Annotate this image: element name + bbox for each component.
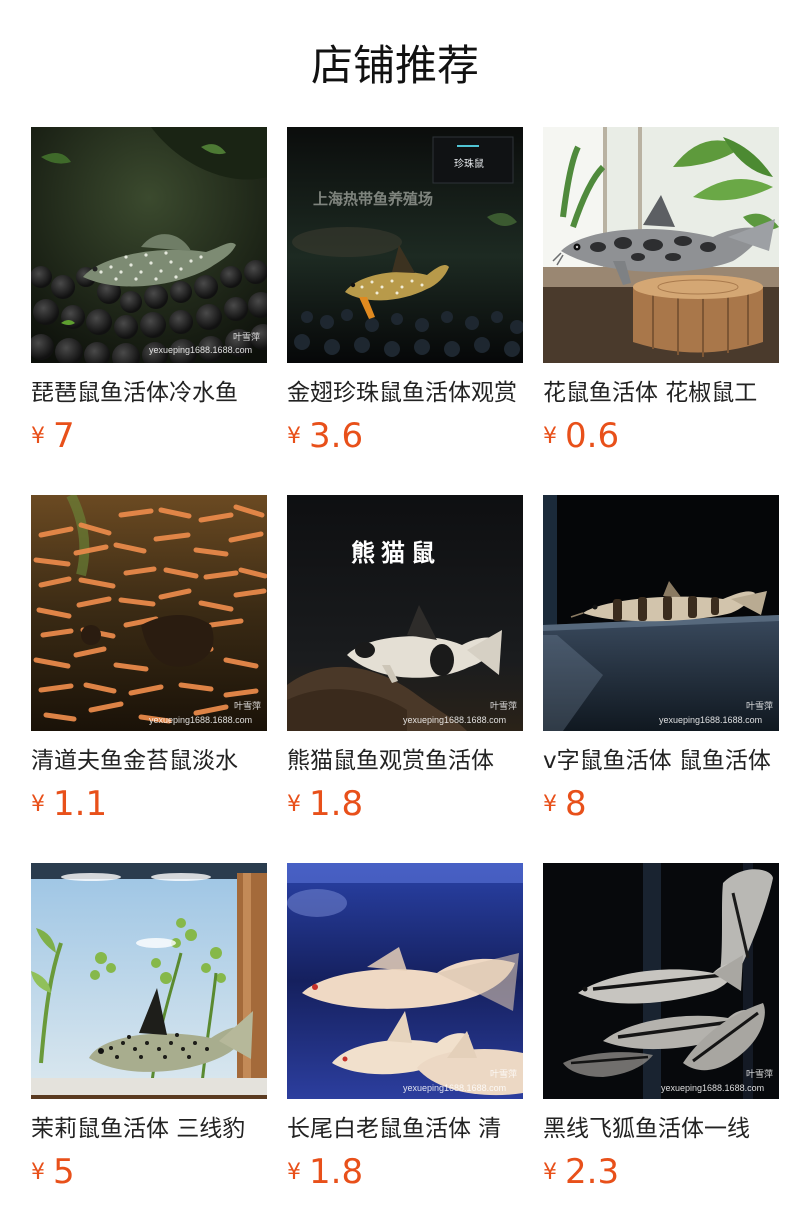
price-value: 1.8 [309, 784, 364, 824]
product-name[interactable]: v字鼠鱼活体 鼠鱼活体 [543, 746, 779, 776]
product-name[interactable]: 金翅珍珠鼠鱼活体观赏 [287, 378, 523, 408]
currency-symbol: ¥ [287, 1160, 301, 1185]
watermark-name: 叶雪萍 [746, 701, 773, 711]
currency-symbol: ¥ [543, 424, 557, 449]
product-price: ¥1.1 [31, 784, 267, 824]
product-price: ¥1.8 [287, 784, 523, 824]
price-value: 3.6 [309, 416, 364, 456]
product-price: ¥2.3 [543, 1152, 779, 1192]
product-image[interactable] [31, 863, 267, 1099]
price-value: 2.3 [565, 1152, 620, 1192]
product-name[interactable]: 琵琶鼠鱼活体冷水鱼 [31, 378, 267, 408]
product-image[interactable]: 叶雪萍 yexueping1688.1688.com [31, 127, 267, 363]
siamese-algae-eater-image: 叶雪萍 yexueping1688.1688.com [543, 863, 779, 1099]
price-value: 8 [565, 784, 587, 824]
product-image[interactable]: 上海热带鱼养殖场 珍珠鼠 [287, 127, 523, 363]
product-card[interactable]: 熊猫鼠 叶雪萍 yexueping1688.1688.com 熊猫鼠鱼观赏鱼活体… [287, 495, 523, 824]
price-value: 0.6 [565, 416, 620, 456]
watermark-url: yexueping1688.1688.com [403, 1083, 506, 1093]
watermark-name: 叶雪萍 [490, 701, 517, 711]
badge-text: 珍珠鼠 [454, 157, 484, 170]
panda-cory-image: 熊猫鼠 叶雪萍 yexueping1688.1688.com [287, 495, 523, 731]
product-price: ¥1.8 [287, 1152, 523, 1192]
julii-cory-image [31, 863, 267, 1099]
product-price: ¥5 [31, 1152, 267, 1192]
currency-symbol: ¥ [31, 792, 45, 817]
currency-symbol: ¥ [543, 792, 557, 817]
price-value: 7 [53, 416, 75, 456]
currency-symbol: ¥ [543, 1160, 557, 1185]
watermark-url: yexueping1688.1688.com [659, 715, 762, 725]
striped-loach-image: 叶雪萍 yexueping1688.1688.com [543, 495, 779, 731]
product-name[interactable]: 黑线飞狐鱼活体一线 [543, 1114, 779, 1144]
page-title: 店铺推荐 [310, 41, 479, 90]
product-name[interactable]: 茉莉鼠鱼活体 三线豹 [31, 1114, 267, 1144]
product-card[interactable]: 花鼠鱼活体 花椒鼠工 ¥0.6 [543, 127, 779, 456]
price-value: 5 [53, 1152, 75, 1192]
product-card[interactable]: 上海热带鱼养殖场 珍珠鼠 金翅珍珠鼠鱼活体观赏 ¥3.6 [287, 127, 523, 456]
currency-symbol: ¥ [287, 792, 301, 817]
watermark-url: yexueping1688.1688.com [149, 345, 252, 355]
product-price: ¥0.6 [543, 416, 779, 456]
currency-symbol: ¥ [31, 424, 45, 449]
product-card[interactable]: 茉莉鼠鱼活体 三线豹 ¥5 [31, 863, 267, 1192]
watermark-name: 叶雪萍 [233, 332, 260, 342]
product-name[interactable]: 熊猫鼠鱼观赏鱼活体 [287, 746, 523, 776]
watermark-url: yexueping1688.1688.com [403, 715, 506, 725]
overlay-text: 熊猫鼠 [351, 539, 441, 567]
watermark-name: 叶雪萍 [234, 701, 261, 711]
product-price: ¥3.6 [287, 416, 523, 456]
product-card[interactable]: 叶雪萍 yexueping1688.1688.com 琵琶鼠鱼活体冷水鱼 ¥7 [31, 127, 267, 456]
currency-symbol: ¥ [31, 1160, 45, 1185]
watermark-name: 叶雪萍 [746, 1069, 773, 1079]
product-price: ¥7 [31, 416, 267, 456]
product-name[interactable]: 清道夫鱼金苔鼠淡水 [31, 746, 267, 776]
golden-algae-eater-image: 叶雪萍 yexueping1688.1688.com [31, 495, 267, 731]
product-image[interactable]: 叶雪萍 yexueping1688.1688.com [543, 495, 779, 731]
price-value: 1.8 [309, 1152, 364, 1192]
watermark-name: 叶雪萍 [490, 1069, 517, 1079]
price-value: 1.1 [53, 784, 108, 824]
product-card[interactable]: 叶雪萍 yexueping1688.1688.com v字鼠鱼活体 鼠鱼活体 ¥… [543, 495, 779, 824]
product-image[interactable]: 熊猫鼠 叶雪萍 yexueping1688.1688.com [287, 495, 523, 731]
watermark-url: yexueping1688.1688.com [149, 715, 252, 725]
product-price: ¥8 [543, 784, 779, 824]
product-card[interactable]: 叶雪萍 yexueping1688.1688.com 黑线飞狐鱼活体一线 ¥2.… [543, 863, 779, 1192]
product-card[interactable]: 叶雪萍 yexueping1688.1688.com 长尾白老鼠鱼活体 清 ¥1… [287, 863, 523, 1192]
product-image[interactable]: 叶雪萍 yexueping1688.1688.com [543, 863, 779, 1099]
product-image[interactable] [543, 127, 779, 363]
product-image[interactable]: 叶雪萍 yexueping1688.1688.com [31, 495, 267, 731]
albino-cory-image: 叶雪萍 yexueping1688.1688.com [287, 863, 523, 1099]
product-name[interactable]: 长尾白老鼠鱼活体 清 [287, 1114, 523, 1144]
watermark-url: yexueping1688.1688.com [661, 1083, 764, 1093]
spotted-pleco-image: 叶雪萍 yexueping1688.1688.com [31, 127, 267, 363]
peppered-cory-image [543, 127, 779, 363]
overlay-text: 上海热带鱼养殖场 [313, 190, 433, 208]
currency-symbol: ¥ [287, 424, 301, 449]
pearl-cory-image: 上海热带鱼养殖场 珍珠鼠 [287, 127, 523, 363]
product-name[interactable]: 花鼠鱼活体 花椒鼠工 [543, 378, 779, 408]
product-card[interactable]: 叶雪萍 yexueping1688.1688.com 清道夫鱼金苔鼠淡水 ¥1.… [31, 495, 267, 824]
product-image[interactable]: 叶雪萍 yexueping1688.1688.com [287, 863, 523, 1099]
